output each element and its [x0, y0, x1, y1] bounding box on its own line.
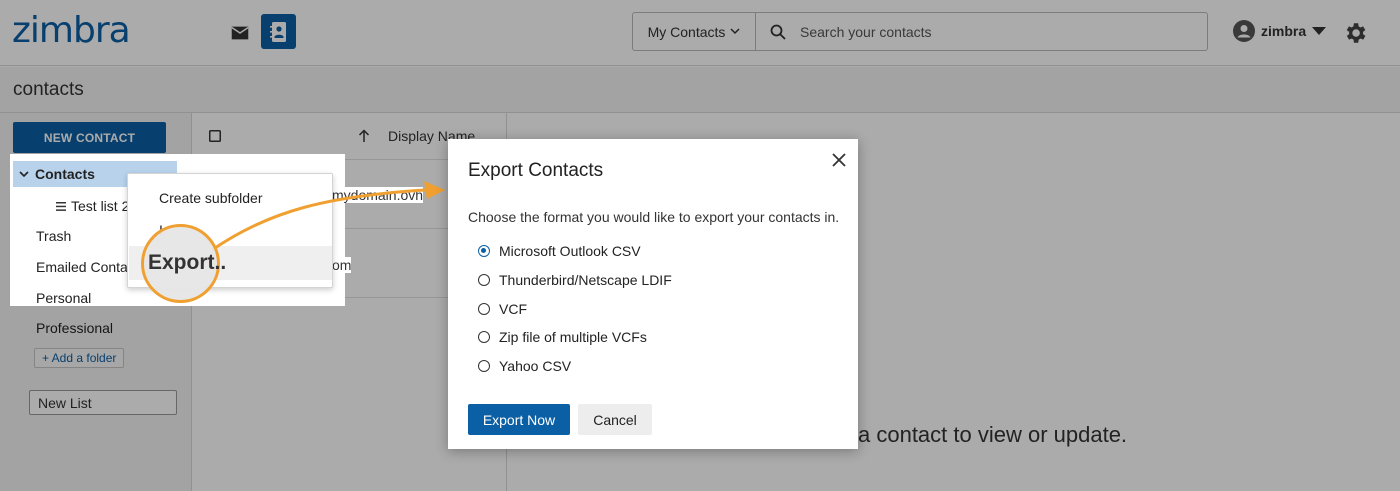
option-vcf[interactable]: VCF — [478, 301, 527, 317]
radio[interactable] — [478, 274, 490, 286]
list-label: Test list 2 — [71, 198, 130, 214]
contact-email-peek-2: om — [332, 257, 352, 273]
callout-export-label: Export.. — [148, 251, 227, 274]
radio[interactable] — [478, 360, 490, 372]
option-label: Zip file of multiple VCFs — [499, 329, 647, 345]
folder-personal[interactable]: Personal — [36, 290, 91, 306]
option-label: Microsoft Outlook CSV — [499, 243, 641, 259]
cancel-button[interactable]: Cancel — [578, 404, 652, 435]
dialog-description: Choose the format you would like to expo… — [468, 209, 840, 225]
menu-item-create-subfolder[interactable]: Create subfolder — [159, 190, 263, 206]
option-ldif[interactable]: Thunderbird/Netscape LDIF — [478, 272, 672, 288]
option-yahoo-csv[interactable]: Yahoo CSV — [478, 358, 571, 374]
option-label: Yahoo CSV — [499, 358, 572, 374]
folder-contacts-label: Contacts — [35, 166, 95, 182]
folder-emailed[interactable]: Emailed Contacts — [36, 259, 128, 275]
close-icon[interactable] — [831, 152, 847, 168]
option-outlook-csv[interactable]: Microsoft Outlook CSV — [478, 243, 641, 259]
option-zip-vcf[interactable]: Zip file of multiple VCFs — [478, 329, 647, 345]
radio[interactable] — [478, 303, 490, 315]
chevron-down-icon[interactable] — [13, 170, 35, 178]
folder-trash[interactable]: Trash — [36, 228, 71, 244]
list-icon — [56, 201, 66, 211]
list-test-list-2[interactable]: Test list 2 — [56, 198, 129, 214]
export-now-button[interactable]: Export Now — [468, 404, 570, 435]
option-label: Thunderbird/Netscape LDIF — [499, 272, 672, 288]
option-label: VCF — [499, 301, 527, 317]
dialog-title: Export Contacts — [468, 160, 604, 181]
radio[interactable] — [478, 331, 490, 343]
contact-email-peek: mydomain.ovh — [332, 187, 424, 203]
export-contacts-dialog: Export Contacts Choose the format you wo… — [448, 139, 858, 449]
radio-checked[interactable] — [478, 245, 490, 257]
